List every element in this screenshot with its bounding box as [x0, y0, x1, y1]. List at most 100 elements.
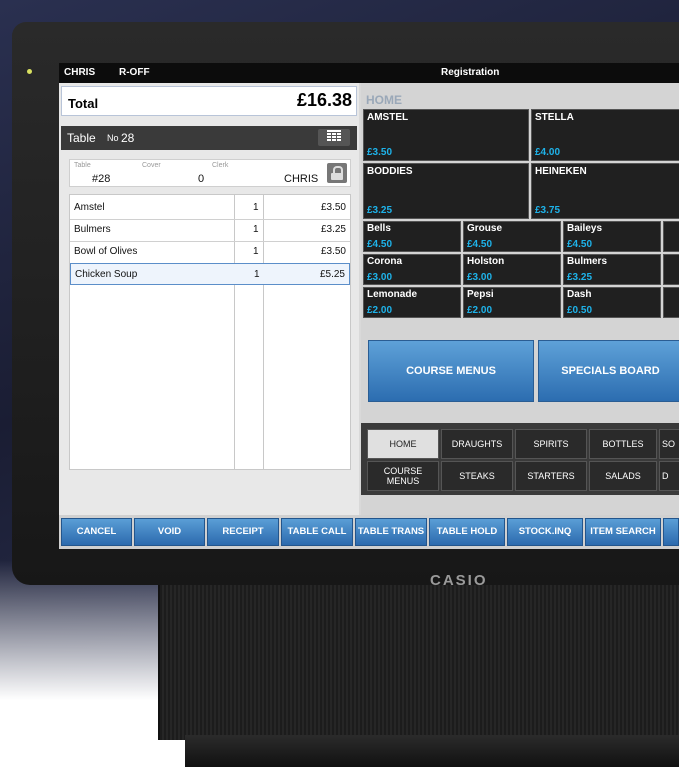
- tab-bottles[interactable]: BOTTLES: [589, 429, 657, 459]
- table-hold-button[interactable]: TABLE HOLD: [429, 518, 505, 546]
- order-item-qty: 1: [253, 246, 259, 257]
- menu-item-partial[interactable]: [663, 254, 679, 285]
- menu-item-price: £4.50: [467, 239, 493, 250]
- menu-item-price: £2.00: [467, 305, 493, 316]
- tab-starters[interactable]: STARTERS: [515, 461, 587, 491]
- menu-item-name: Holston: [467, 256, 505, 267]
- order-item-name: Bowl of Olives: [74, 246, 138, 257]
- menu-item-name: Dash: [567, 289, 592, 300]
- order-list: Amstel 1 £3.50 Bulmers 1 £3.25 Bowl of O…: [69, 194, 351, 470]
- tab-salads[interactable]: SALADS: [589, 461, 657, 491]
- menu-item-name: Baileys: [567, 223, 603, 234]
- order-row-selected[interactable]: Chicken Soup 1 £5.25: [70, 263, 350, 285]
- menu-item-price: £2.00: [367, 305, 393, 316]
- menu-item-heineken[interactable]: HEINEKEN £3.75: [531, 163, 679, 219]
- order-item-qty: 1: [253, 202, 259, 213]
- menu-item-partial[interactable]: [663, 221, 679, 252]
- info-table-label: Table: [74, 162, 91, 169]
- menu-item-dash[interactable]: Dash £0.50: [563, 287, 661, 318]
- menu-item-price: £3.25: [367, 205, 393, 216]
- grid-icon[interactable]: [318, 129, 350, 146]
- order-item-name: Bulmers: [74, 224, 111, 235]
- menu-item-price: £3.50: [367, 147, 393, 158]
- menu-item-boddies[interactable]: BODDIES £3.25: [363, 163, 529, 219]
- tab-partial[interactable]: SO: [659, 429, 679, 459]
- menu-item-stella[interactable]: STELLA £4.00: [531, 109, 679, 161]
- menu-item-amstel[interactable]: AMSTEL £3.50: [363, 109, 529, 161]
- order-item-qty: 1: [253, 224, 259, 235]
- order-item-name: Chicken Soup: [75, 269, 138, 280]
- table-label: Table: [67, 131, 96, 145]
- item-search-button[interactable]: ITEM SEARCH: [585, 518, 661, 546]
- status-mode: R-OFF: [119, 67, 150, 78]
- partial-button[interactable]: [663, 518, 679, 546]
- course-menus-button[interactable]: COURSE MENUS: [368, 340, 534, 402]
- menu-item-price: £3.00: [367, 272, 393, 283]
- menu-item-grouse[interactable]: Grouse £4.50: [463, 221, 561, 252]
- menu-panel: HOME AMSTEL £3.50 STELLA £4.00 BODDIES £…: [361, 83, 679, 515]
- info-clerk-value: CHRIS: [284, 173, 319, 185]
- function-bar: CANCEL VOID RECEIPT TABLE CALL TABLE TRA…: [59, 515, 679, 549]
- total-label: Total: [68, 96, 99, 111]
- menu-item-name: Bulmers: [567, 256, 608, 267]
- menu-item-price: £3.00: [467, 272, 493, 283]
- menu-item-price: £0.50: [567, 305, 593, 316]
- tab-home[interactable]: HOME: [367, 429, 439, 459]
- order-row[interactable]: Bulmers 1 £3.25: [70, 219, 350, 242]
- menu-item-price: £3.25: [567, 272, 593, 283]
- order-item-qty: 1: [254, 269, 260, 280]
- tab-spirits[interactable]: SPIRITS: [515, 429, 587, 459]
- menu-item-price: £4.50: [567, 239, 593, 250]
- table-call-button[interactable]: TABLE CALL: [281, 518, 353, 546]
- order-item-price: £3.50: [320, 202, 346, 213]
- receipt-button[interactable]: RECEIPT: [207, 518, 279, 546]
- order-item-price: £3.50: [320, 246, 346, 257]
- menu-item-corona[interactable]: Corona £3.00: [363, 254, 461, 285]
- void-button[interactable]: VOID: [134, 518, 205, 546]
- menu-item-baileys[interactable]: Baileys £4.50: [563, 221, 661, 252]
- menu-item-bulmers[interactable]: Bulmers £3.25: [563, 254, 661, 285]
- menu-item-price: £4.50: [367, 239, 393, 250]
- table-info: Table #28 Cover 0 Clerk CHRIS: [69, 159, 351, 187]
- table-bar: Table No 28: [61, 126, 357, 150]
- tab-partial[interactable]: D: [659, 461, 679, 491]
- menu-item-partial[interactable]: [663, 287, 679, 318]
- menu-item-name: BODDIES: [367, 166, 413, 177]
- device-stand: [158, 580, 679, 740]
- menu-item-name: AMSTEL: [367, 112, 409, 123]
- table-trans-button[interactable]: TABLE TRANS: [355, 518, 427, 546]
- power-led: [27, 69, 32, 74]
- order-item-name: Amstel: [74, 202, 105, 213]
- menu-item-name: Grouse: [467, 223, 503, 234]
- brand-logo: CASIO: [430, 572, 488, 589]
- info-cover-value: 0: [198, 173, 205, 185]
- menu-item-name: HEINEKEN: [535, 166, 587, 177]
- menu-item-name: Bells: [367, 223, 391, 234]
- stock-inq-button[interactable]: STOCK.INQ: [507, 518, 583, 546]
- cancel-button[interactable]: CANCEL: [61, 518, 132, 546]
- menu-item-name: STELLA: [535, 112, 574, 123]
- menu-item-bells[interactable]: Bells £4.50: [363, 221, 461, 252]
- order-panel: Total £16.38 Table No 28 Table #28 Cover…: [59, 83, 359, 515]
- tab-draughts[interactable]: DRAUGHTS: [441, 429, 513, 459]
- status-title: Registration: [441, 67, 500, 78]
- info-table-value: #28: [92, 173, 111, 185]
- total-box: Total £16.38: [61, 86, 357, 116]
- menu-item-pepsi[interactable]: Pepsi £2.00: [463, 287, 561, 318]
- status-user: CHRIS: [64, 67, 96, 78]
- order-item-price: £3.25: [320, 224, 346, 235]
- order-row[interactable]: Bowl of Olives 1 £3.50: [70, 241, 350, 264]
- menu-item-lemonade[interactable]: Lemonade £2.00: [363, 287, 461, 318]
- table-number: 28: [121, 131, 135, 145]
- tab-steaks[interactable]: STEAKS: [441, 461, 513, 491]
- menu-item-name: Lemonade: [367, 289, 418, 300]
- tab-course-menus[interactable]: COURSE MENUS: [367, 461, 439, 491]
- menu-item-holston[interactable]: Holston £3.00: [463, 254, 561, 285]
- info-clerk-label: Clerk: [212, 162, 229, 169]
- specials-board-button[interactable]: SPECIALS BOARD: [538, 340, 679, 402]
- total-amount: £16.38: [296, 90, 352, 110]
- menu-item-price: £3.75: [535, 205, 561, 216]
- order-row[interactable]: Amstel 1 £3.50: [70, 197, 350, 220]
- lock-icon[interactable]: [327, 163, 347, 183]
- device-base: [185, 735, 679, 767]
